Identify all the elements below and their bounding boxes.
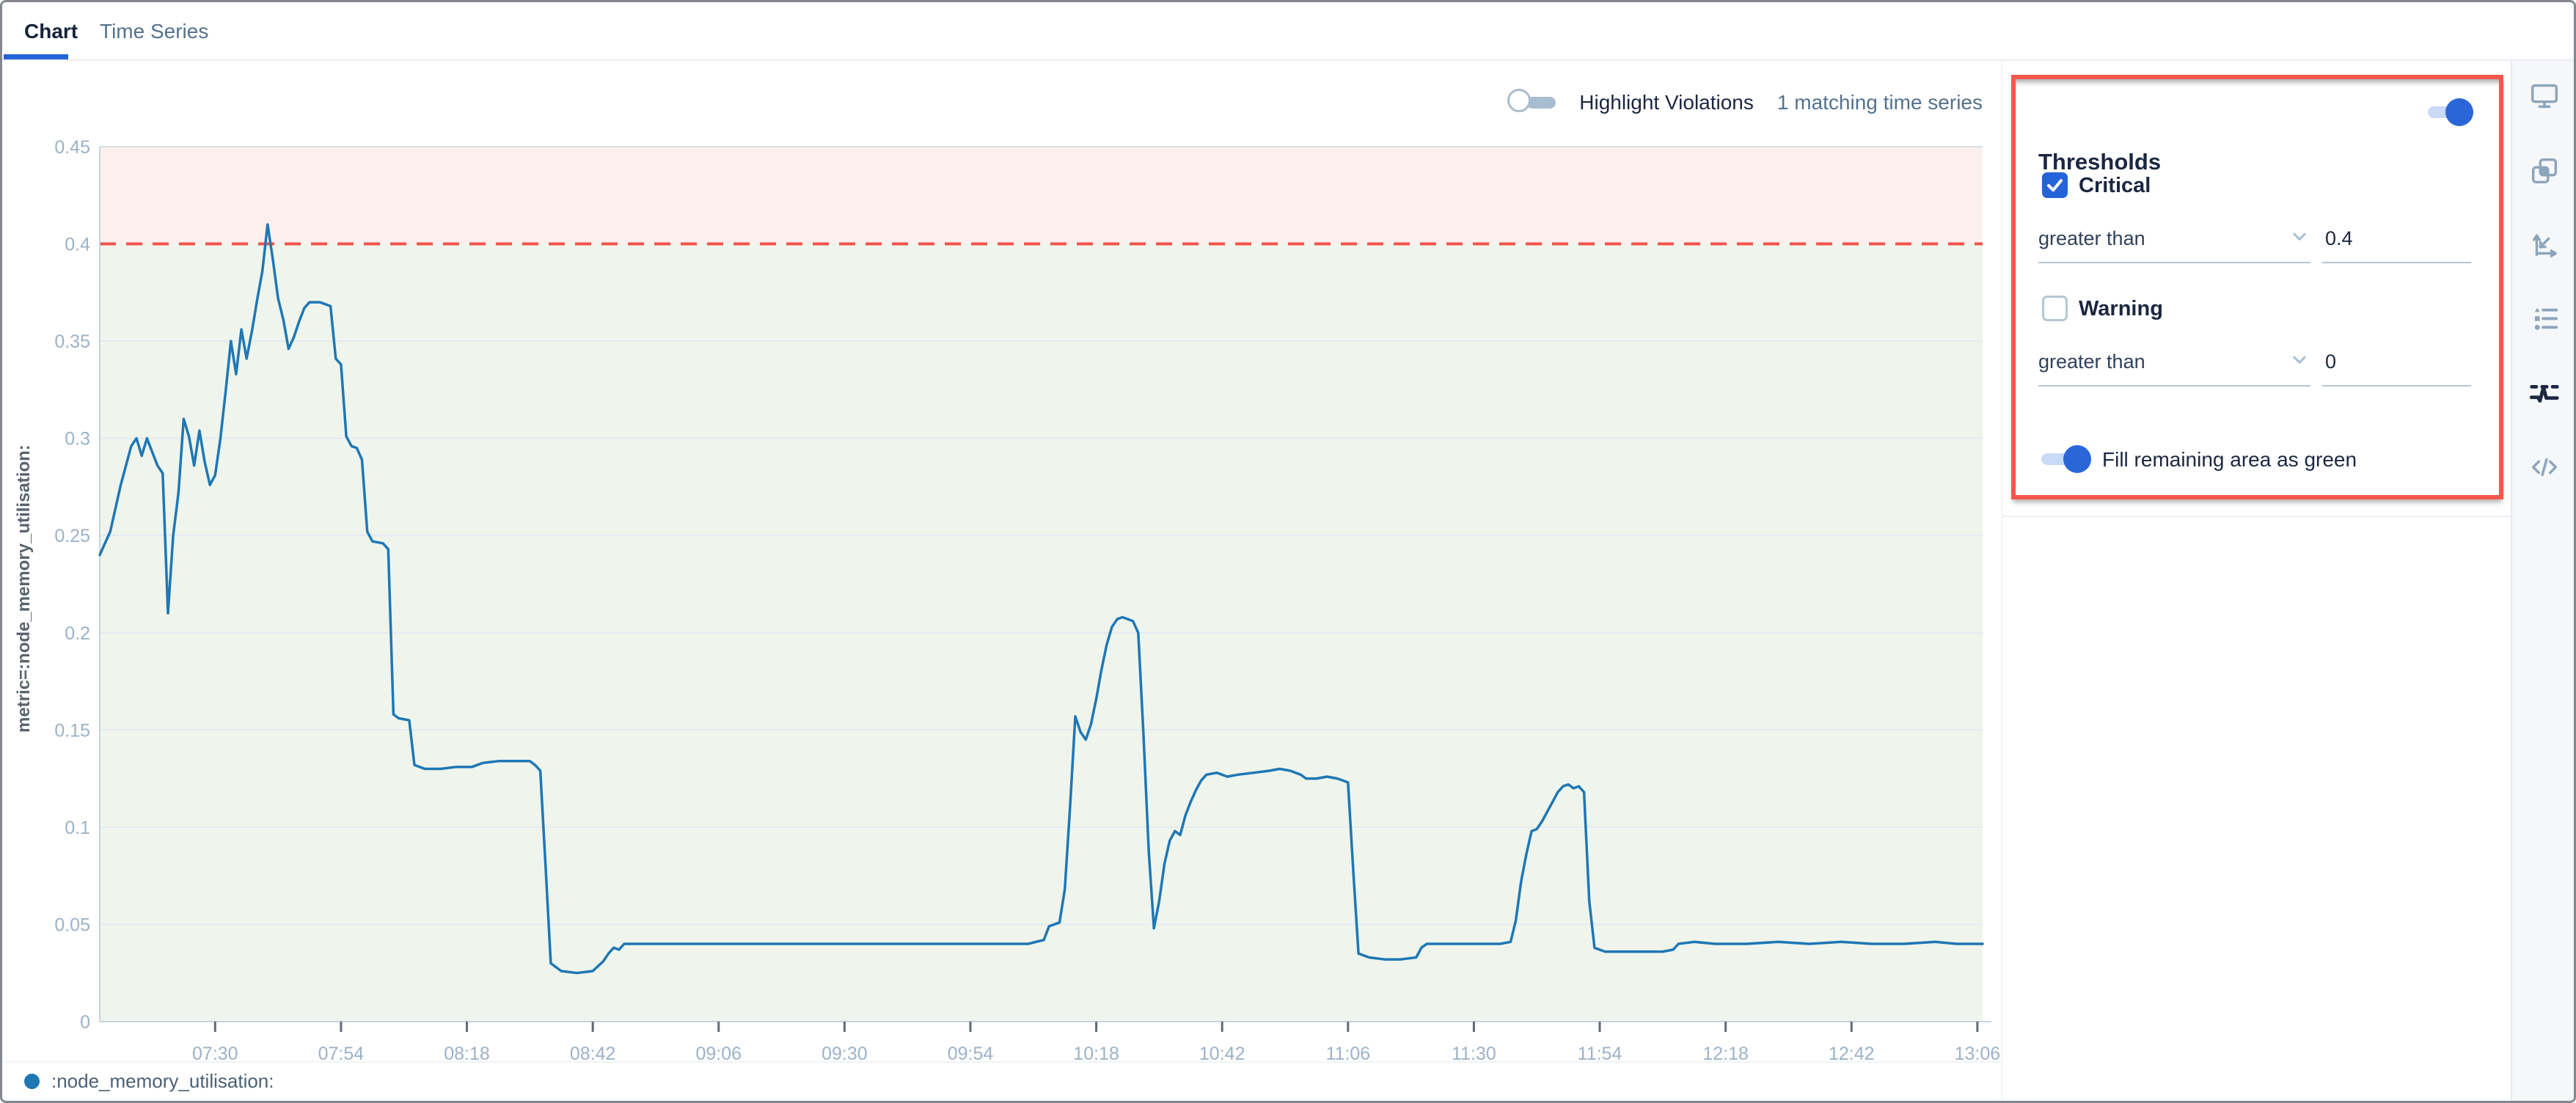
warning-value-input[interactable]: 0 bbox=[2325, 351, 2336, 373]
svg-text:0: 0 bbox=[80, 1012, 90, 1033]
legend-list-icon[interactable] bbox=[2522, 297, 2566, 341]
thresholds-title: Thresholds bbox=[2038, 149, 2161, 175]
code-icon[interactable] bbox=[2522, 445, 2566, 489]
warning-value-underline bbox=[2322, 385, 2471, 386]
warning-checkbox[interactable] bbox=[2042, 296, 2068, 321]
critical-label: Critical bbox=[2079, 174, 2151, 198]
svg-text:0.3: 0.3 bbox=[65, 429, 90, 450]
legend-series-label[interactable]: :node_memory_utilisation: bbox=[51, 1070, 274, 1093]
svg-text:0.4: 0.4 bbox=[65, 235, 90, 255]
fill-green-label: Fill remaining area as green bbox=[2102, 448, 2357, 472]
svg-text:0.45: 0.45 bbox=[54, 137, 90, 158]
tab-chart[interactable]: Chart bbox=[24, 20, 78, 43]
svg-text:0.2: 0.2 bbox=[65, 623, 90, 644]
critical-checkbox[interactable] bbox=[2042, 172, 2068, 198]
chevron-down-icon[interactable] bbox=[2287, 224, 2312, 249]
critical-value-input[interactable]: 0.4 bbox=[2325, 227, 2353, 250]
critical-condition-select[interactable]: greater than bbox=[2038, 227, 2145, 250]
thresholds-enable-toggle[interactable] bbox=[2425, 98, 2473, 126]
chevron-down-icon[interactable] bbox=[2287, 347, 2312, 372]
thresholds-panel: Thresholds Critical greater than 0.4 War… bbox=[2002, 61, 2511, 1103]
thresholds-icon[interactable] bbox=[2522, 371, 2566, 415]
critical-condition-underline bbox=[2038, 262, 2310, 263]
app-window: Chart Time Series Highlight Violations 1… bbox=[0, 0, 2576, 1103]
toggle-knob bbox=[2445, 98, 2473, 126]
chart-section: Highlight Violations 1 matching time ser… bbox=[2, 61, 2002, 1103]
tab-bar: Chart Time Series bbox=[2, 2, 2574, 61]
time-series-chart[interactable]: 00.050.10.150.20.250.30.350.40.4507:3007… bbox=[2, 61, 2002, 1073]
tab-time-series[interactable]: Time Series bbox=[100, 20, 208, 43]
svg-text:0.1: 0.1 bbox=[65, 818, 90, 838]
toggle-knob bbox=[2063, 445, 2091, 473]
warning-condition-underline bbox=[2038, 385, 2310, 386]
legend-series-dot bbox=[24, 1074, 40, 1089]
svg-text:0.15: 0.15 bbox=[54, 720, 90, 741]
svg-text:0.05: 0.05 bbox=[54, 915, 90, 935]
fill-green-toggle[interactable] bbox=[2038, 445, 2091, 473]
axes-icon[interactable] bbox=[2522, 223, 2566, 267]
active-tab-underline bbox=[4, 54, 68, 59]
chart-legend: :node_memory_utilisation: bbox=[2, 1061, 2002, 1093]
critical-value-underline bbox=[2322, 262, 2471, 263]
panel-divider bbox=[2002, 516, 2511, 517]
icon-rail bbox=[2511, 61, 2576, 1103]
svg-text:0.35: 0.35 bbox=[54, 331, 90, 352]
warning-condition-select[interactable]: greater than bbox=[2038, 351, 2145, 373]
duplicate-icon[interactable] bbox=[2522, 149, 2566, 193]
check-icon bbox=[2045, 175, 2065, 195]
y-axis-title: metric=:node_memory_utilisation: bbox=[14, 369, 34, 809]
svg-text:0.25: 0.25 bbox=[54, 526, 90, 546]
warning-label: Warning bbox=[2079, 297, 2163, 321]
monitor-icon[interactable] bbox=[2522, 74, 2566, 118]
